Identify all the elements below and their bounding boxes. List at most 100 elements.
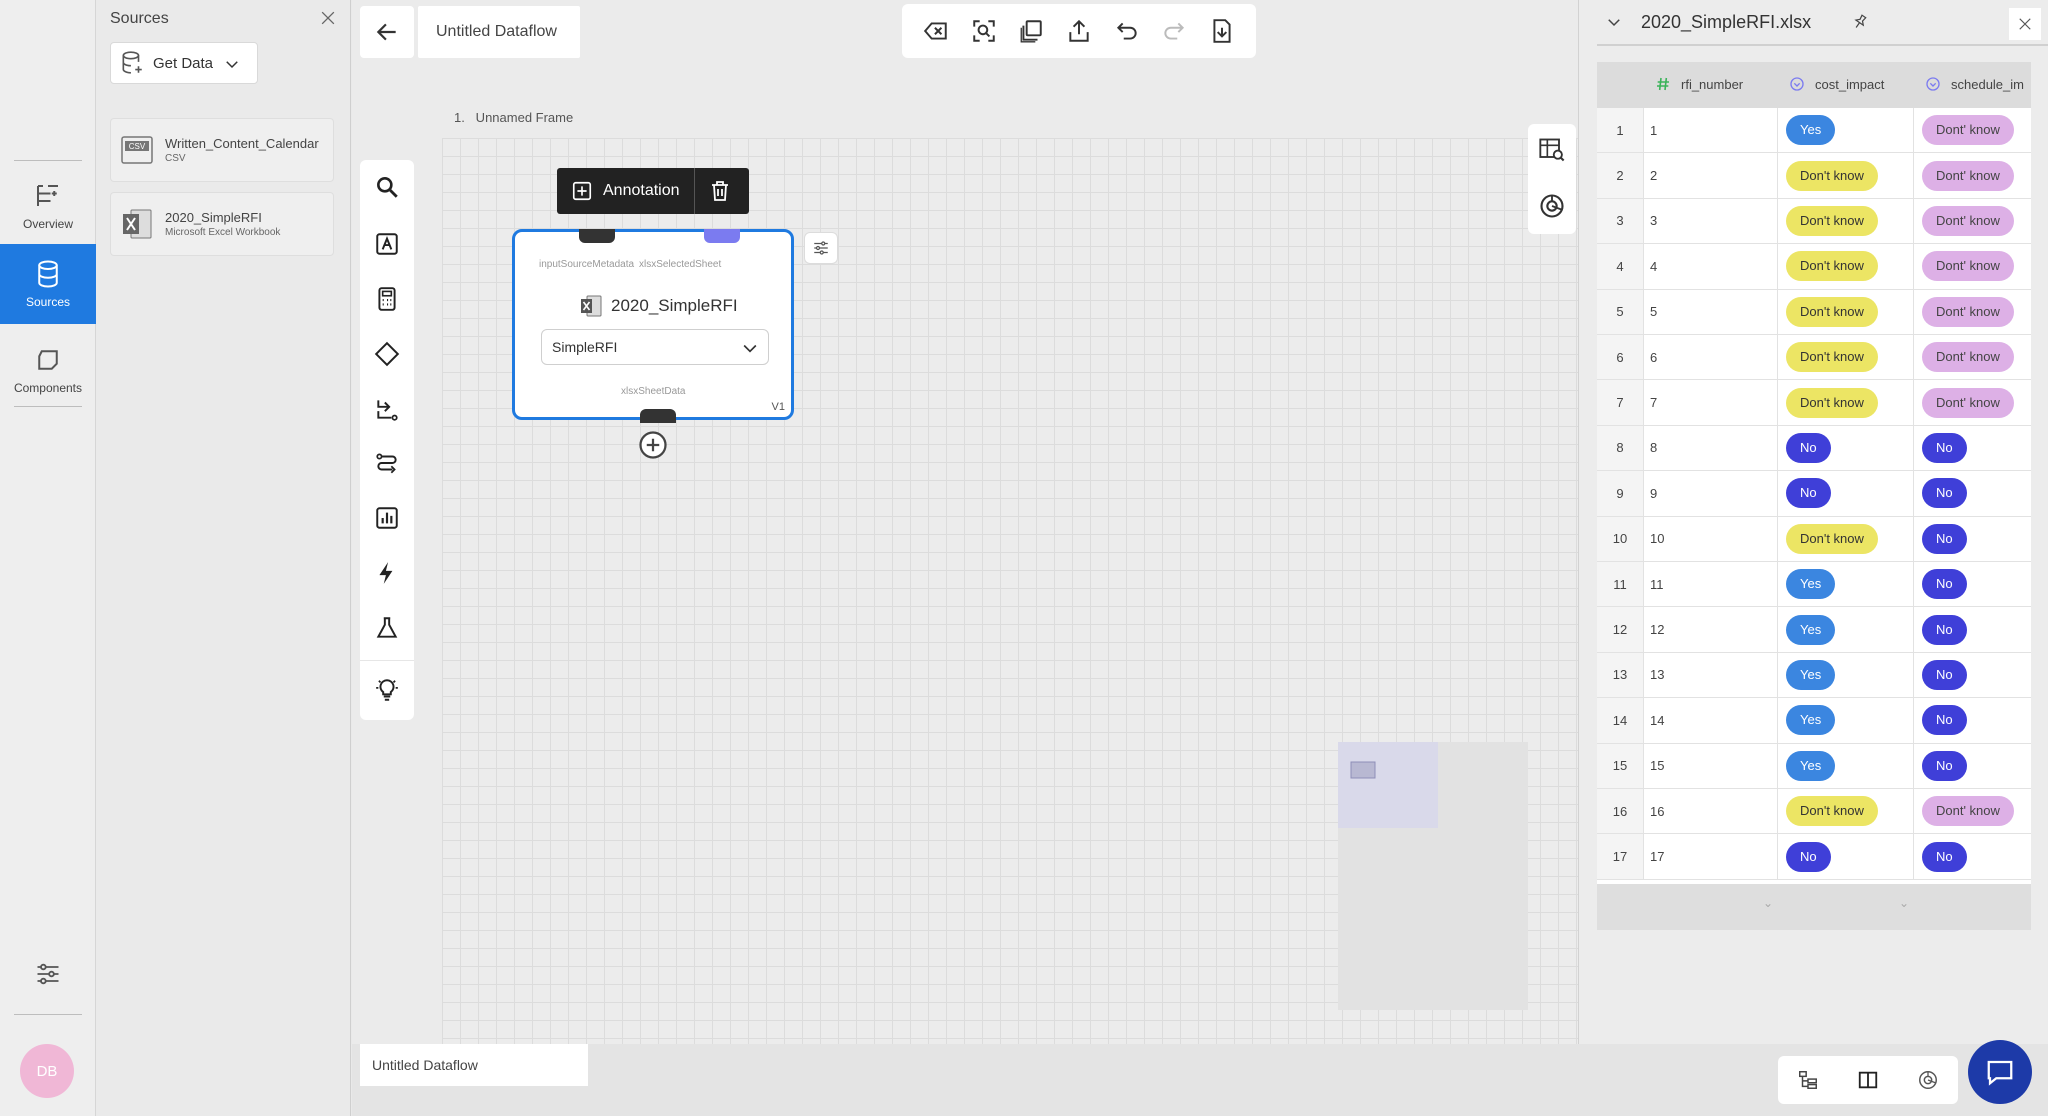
rfi-number-cell[interactable]: 4: [1643, 244, 1777, 289]
back-button[interactable]: [360, 6, 414, 58]
cost-impact-cell[interactable]: No: [1777, 471, 1913, 516]
nav-item-sources[interactable]: Sources: [0, 244, 96, 324]
target-chart-icon[interactable]: [1538, 192, 1566, 220]
table-row[interactable]: 12 12 Yes No: [1597, 607, 2031, 653]
dataflow-canvas[interactable]: Untitled Dataflow 1. Unnamed Frame Annot…: [352, 0, 1578, 1044]
settings-sliders-icon[interactable]: [34, 960, 62, 988]
table-row[interactable]: 1 1 Yes Dont' know: [1597, 108, 2031, 154]
clear-icon[interactable]: [923, 18, 949, 44]
schedule-impact-cell[interactable]: No: [1913, 516, 2031, 561]
search-icon[interactable]: [374, 174, 400, 200]
table-search-icon[interactable]: [1538, 136, 1566, 164]
cost-impact-cell[interactable]: Yes: [1777, 562, 1913, 607]
lightning-icon[interactable]: [374, 560, 400, 586]
schedule-impact-cell[interactable]: Dont' know: [1913, 335, 2031, 380]
rfi-number-cell[interactable]: 13: [1643, 652, 1777, 698]
cost-impact-cell[interactable]: Don't know: [1777, 198, 1913, 244]
footer-sort-icon[interactable]: ⌄: [1763, 896, 1773, 910]
cost-impact-cell[interactable]: No: [1777, 834, 1913, 879]
rfi-number-cell[interactable]: 9: [1643, 471, 1777, 516]
pin-icon[interactable]: [1851, 13, 1869, 31]
column-header-cost-impact[interactable]: cost_impact: [1789, 76, 1884, 92]
rfi-number-cell[interactable]: 16: [1643, 789, 1777, 834]
rfi-number-cell[interactable]: 6: [1643, 335, 1777, 380]
rfi-number-cell[interactable]: 11: [1643, 562, 1777, 607]
transform-icon[interactable]: [374, 396, 400, 422]
cost-impact-cell[interactable]: No: [1777, 425, 1913, 471]
sheet-select[interactable]: SimpleRFI: [541, 329, 769, 365]
rfi-number-cell[interactable]: 17: [1643, 834, 1777, 879]
insights-button[interactable]: [360, 660, 414, 720]
rfi-number-cell[interactable]: 1: [1643, 108, 1777, 153]
column-header-schedule-impact[interactable]: schedule_im: [1925, 76, 2024, 92]
export-file-icon[interactable]: [1209, 18, 1235, 44]
flask-icon[interactable]: [374, 615, 400, 641]
rfi-number-cell[interactable]: 14: [1643, 698, 1777, 743]
table-row[interactable]: 13 13 Yes No: [1597, 652, 2031, 699]
input-port[interactable]: [579, 229, 615, 243]
schedule-impact-cell[interactable]: No: [1913, 471, 2031, 516]
table-row[interactable]: 10 10 Don't know No: [1597, 516, 2031, 562]
schedule-impact-cell[interactable]: Dont' know: [1913, 380, 2031, 425]
selected-sheet-port[interactable]: [704, 229, 740, 243]
diamond-icon[interactable]: [374, 341, 400, 367]
rfi-number-cell[interactable]: 8: [1643, 425, 1777, 471]
schedule-impact-cell[interactable]: Dont' know: [1913, 198, 2031, 244]
dataflow-tab[interactable]: Untitled Dataflow: [360, 1044, 588, 1086]
cost-impact-cell[interactable]: Yes: [1777, 108, 1913, 153]
output-port[interactable]: [640, 409, 676, 423]
table-row[interactable]: 16 16 Don't know Dont' know: [1597, 789, 2031, 835]
cost-impact-cell[interactable]: Don't know: [1777, 153, 1913, 198]
bar-chart-icon[interactable]: [374, 505, 400, 531]
add-node-icon[interactable]: [638, 430, 668, 460]
node-settings-button[interactable]: [804, 232, 838, 264]
close-preview-button[interactable]: [2009, 8, 2041, 40]
dataflow-title[interactable]: Untitled Dataflow: [418, 6, 580, 58]
table-row[interactable]: 17 17 No No: [1597, 834, 2031, 880]
nav-item-overview[interactable]: Overview: [0, 166, 96, 246]
schedule-impact-cell[interactable]: Dont' know: [1913, 153, 2031, 198]
schedule-impact-cell[interactable]: No: [1913, 562, 2031, 607]
route-icon[interactable]: [374, 450, 400, 476]
delete-node-button[interactable]: [695, 179, 745, 203]
rfi-number-cell[interactable]: 2: [1643, 153, 1777, 198]
schedule-impact-cell[interactable]: No: [1913, 425, 2031, 471]
table-row[interactable]: 4 4 Don't know Dont' know: [1597, 244, 2031, 290]
table-row[interactable]: 9 9 No No: [1597, 471, 2031, 517]
schedule-impact-cell[interactable]: No: [1913, 698, 2031, 743]
chat-button[interactable]: [1968, 1040, 2032, 1104]
rfi-number-cell[interactable]: 10: [1643, 516, 1777, 561]
table-row[interactable]: 5 5 Don't know Dont' know: [1597, 289, 2031, 335]
source-item-written-content-calendar[interactable]: CSV Written_Content_Calendar CSV: [110, 118, 334, 182]
schedule-impact-cell[interactable]: No: [1913, 834, 2031, 879]
minimap[interactable]: [1338, 742, 1528, 1010]
rfi-number-cell[interactable]: 5: [1643, 289, 1777, 334]
close-icon[interactable]: [318, 8, 338, 28]
split-view-icon[interactable]: [1857, 1069, 1879, 1091]
chevron-down-icon[interactable]: [1605, 13, 1623, 31]
cost-impact-cell[interactable]: Don't know: [1777, 380, 1913, 425]
schedule-impact-cell[interactable]: No: [1913, 652, 2031, 698]
get-data-button[interactable]: Get Data: [110, 42, 258, 84]
calculator-icon[interactable]: [374, 286, 400, 312]
source-item-2020-simplerfi[interactable]: 2020_SimpleRFI Microsoft Excel Workbook: [110, 192, 334, 256]
table-row[interactable]: 6 6 Don't know Dont' know: [1597, 335, 2031, 381]
cost-impact-cell[interactable]: Yes: [1777, 652, 1913, 698]
source-node[interactable]: inputSourceMetadata xlsxSelectedSheet 20…: [512, 229, 794, 423]
table-row[interactable]: 3 3 Don't know Dont' know: [1597, 198, 2031, 245]
schedule-impact-cell[interactable]: No: [1913, 607, 2031, 652]
hierarchy-icon[interactable]: [1797, 1069, 1819, 1091]
cost-impact-cell[interactable]: Don't know: [1777, 516, 1913, 561]
cost-impact-cell[interactable]: Yes: [1777, 698, 1913, 743]
table-row[interactable]: 7 7 Don't know Dont' know: [1597, 380, 2031, 426]
zoom-fit-icon[interactable]: [971, 18, 997, 44]
avatar[interactable]: DB: [20, 1044, 74, 1098]
frame-label[interactable]: 1. Unnamed Frame: [454, 110, 573, 125]
rfi-number-cell[interactable]: 15: [1643, 743, 1777, 788]
rfi-number-cell[interactable]: 12: [1643, 607, 1777, 652]
nav-item-components[interactable]: Components: [0, 330, 96, 410]
cost-impact-cell[interactable]: Don't know: [1777, 335, 1913, 380]
schedule-impact-cell[interactable]: Dont' know: [1913, 289, 2031, 334]
target-chart-icon[interactable]: [1917, 1069, 1939, 1091]
redo-icon[interactable]: [1161, 18, 1187, 44]
